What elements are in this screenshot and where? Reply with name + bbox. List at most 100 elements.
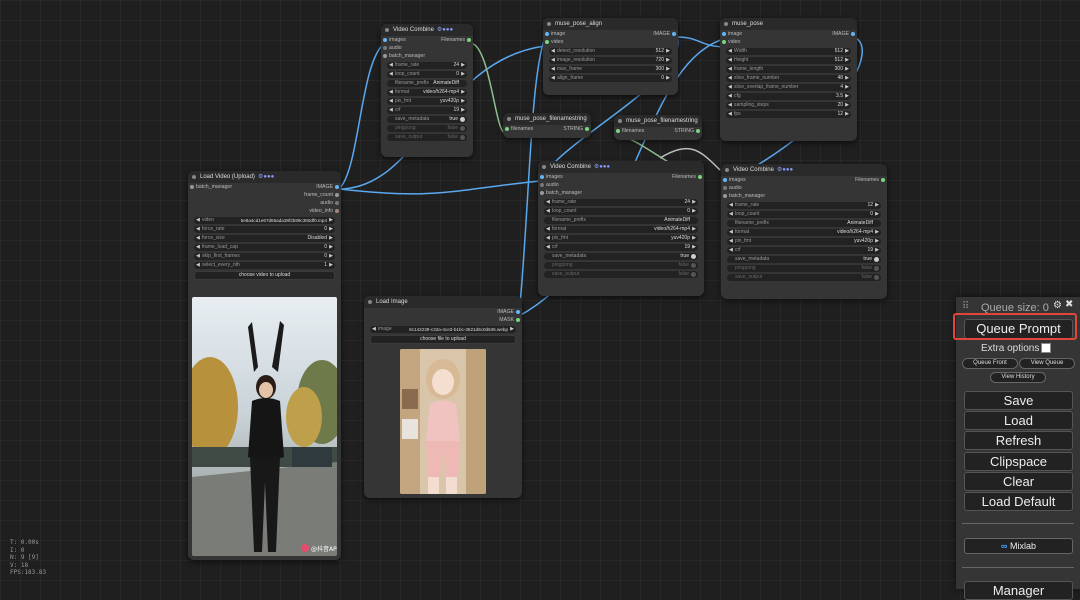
widget-frame-rate[interactable]: ◀ frame_rate 24 ▶ bbox=[544, 199, 698, 206]
widget-slice-overlap[interactable]: ◀ slice_overlap_frame_number 4 ▶ bbox=[726, 84, 851, 91]
panel-divider bbox=[962, 523, 1074, 524]
widget-image[interactable]: ◀ image 8c142239-c32a-4ce3-b1bc-3621d6c0d6… bbox=[370, 326, 516, 333]
widget-width[interactable]: ◀ Width 512 ▶ bbox=[726, 48, 851, 55]
stat-n: N: 9 [9] bbox=[10, 554, 39, 562]
widget-cfg[interactable]: ◀ cfg 3.5 ▶ bbox=[726, 93, 851, 100]
node-filenamestring-2[interactable]: muse_pose_filenamestring filenames STRING bbox=[614, 115, 702, 140]
save-button[interactable]: Save bbox=[964, 391, 1073, 410]
widget-frame-rate[interactable]: ◀ frame_rate 12 ▶ bbox=[727, 202, 881, 209]
mixlab-button[interactable]: ∞ Mixlab bbox=[964, 538, 1073, 554]
load-button[interactable]: Load bbox=[964, 411, 1073, 430]
manager-button[interactable]: Manager bbox=[964, 581, 1073, 600]
stat-time: T: 0.00s bbox=[10, 539, 39, 546]
widget-filename-prefix[interactable]: filename_prefix AnimateDiff bbox=[544, 217, 698, 224]
widget-pix-fmt[interactable]: ◀ pix_fmt yuv420p ▶ bbox=[387, 98, 467, 105]
refresh-button[interactable]: Refresh bbox=[964, 431, 1073, 450]
clear-button[interactable]: Clear bbox=[964, 472, 1073, 491]
queue-front-button[interactable]: Queue Front bbox=[962, 358, 1018, 369]
widget-filename-prefix[interactable]: filename_prefix AnimateDiff bbox=[727, 220, 881, 227]
choose-video-button[interactable]: choose video to upload bbox=[194, 271, 335, 280]
widget-save-metadata[interactable]: save_metadata true bbox=[544, 253, 698, 260]
node-title[interactable]: Load Image bbox=[364, 296, 522, 308]
node-title[interactable]: Video Combine ⚙●●● bbox=[538, 161, 704, 173]
widget-image-resolution[interactable]: ◀ image_resolution 720 ▶ bbox=[549, 57, 672, 64]
node-title[interactable]: muse_pose_filenamestring bbox=[614, 115, 702, 127]
extra-options[interactable]: Extra options bbox=[981, 343, 1052, 354]
link-image-to-vc-top bbox=[338, 42, 386, 190]
widget-frame-rate[interactable]: ◀ frame_rate 24 ▶ bbox=[387, 62, 467, 69]
gear-icon[interactable]: ⚙ bbox=[1053, 300, 1062, 311]
queue-prompt-highlight bbox=[953, 313, 1077, 340]
link-vc-top-fn1 bbox=[469, 42, 506, 134]
video-watermark: @抖音APP bbox=[311, 545, 337, 553]
widget-format[interactable]: ◀ format video/h264-mp4 ▶ bbox=[544, 226, 698, 233]
extra-options-checkbox[interactable] bbox=[1041, 343, 1052, 354]
node-video-combine-mid[interactable]: Video Combine ⚙●●● images Filenames audio … bbox=[538, 161, 704, 296]
stat-v: V: 18 bbox=[10, 561, 29, 569]
node-filenamestring-1[interactable]: muse_pose_filenamestring filenames STRING bbox=[503, 113, 591, 138]
node-load-image[interactable]: Load Image IMAGE MASK ◀ image 8c142239-c32… bbox=[364, 296, 522, 498]
image-preview bbox=[400, 349, 486, 494]
widget-pingpong[interactable]: pingpong false bbox=[544, 262, 698, 269]
widget-fps[interactable]: ◀ fps 12 ▶ bbox=[726, 111, 851, 118]
node-muse-pose[interactable]: muse_pose image IMAGE video ◀ Width 512 ▶ ◀ H… bbox=[720, 18, 857, 141]
clipspace-button[interactable]: Clipspace bbox=[964, 452, 1073, 471]
drag-handle-icon[interactable]: ⠿ bbox=[962, 301, 969, 312]
extra-options-label: Extra options bbox=[981, 343, 1040, 354]
widget-save-output[interactable]: save_output false bbox=[727, 274, 881, 281]
widget-sampling-steps[interactable]: ◀ sampling_steps 20 ▶ bbox=[726, 102, 851, 109]
widget-loop-count[interactable]: ◀ loop_count 0 ▶ bbox=[387, 71, 467, 78]
node-video-combine-right[interactable]: Video Combine ⚙●●● images Filenames audio … bbox=[721, 164, 887, 299]
node-title[interactable]: muse_pose_filenamestring bbox=[503, 113, 591, 125]
widget-save-metadata[interactable]: save_metadata true bbox=[387, 116, 467, 123]
node-load-video[interactable]: Load Video (Upload) ⚙●●● batch_manager IMA… bbox=[188, 171, 341, 560]
widget-detect-resolution[interactable]: ◀ detect_resolution 512 ▶ bbox=[549, 48, 672, 55]
widget-select-every-nth[interactable]: ◀ select_every_nth 1 ▶ bbox=[194, 262, 335, 269]
widget-pix-fmt[interactable]: ◀ pix_fmt yuv420p ▶ bbox=[727, 238, 881, 245]
widget-slice-frame-number[interactable]: ◀ slice_frame_number 48 ▶ bbox=[726, 75, 851, 82]
view-history-button[interactable]: View History bbox=[990, 372, 1046, 383]
widget-filename-prefix[interactable]: filename_prefix AnimateDiff bbox=[387, 80, 467, 87]
widget-crf[interactable]: ◀ crf 19 ▶ bbox=[544, 244, 698, 251]
widget-force-rate[interactable]: ◀ force_rate 0 ▶ bbox=[194, 226, 335, 233]
widget-crf[interactable]: ◀ crf 19 ▶ bbox=[387, 107, 467, 114]
widget-video[interactable]: ◀ video 5e8a4cd1e67d65ada39f2b89c380df0.mp… bbox=[194, 217, 335, 224]
stat-i: I: 0 bbox=[10, 546, 25, 554]
video-preview: @抖音APP bbox=[192, 297, 337, 556]
node-title[interactable]: muse_pose bbox=[720, 18, 857, 30]
widget-save-output[interactable]: save_output false bbox=[544, 271, 698, 278]
widget-pix-fmt[interactable]: ◀ pix_fmt yuv420p ▶ bbox=[544, 235, 698, 242]
close-icon[interactable]: ✖ bbox=[1065, 299, 1073, 310]
node-title[interactable]: muse_pose_align bbox=[543, 18, 678, 30]
node-title[interactable]: Video Combine ⚙●●● bbox=[381, 24, 473, 36]
widget-save-metadata[interactable]: save_metadata true bbox=[727, 256, 881, 263]
widget-format[interactable]: ◀ format video/h264-mp4 ▶ bbox=[387, 89, 467, 96]
widget-save-output[interactable]: save_output false bbox=[387, 134, 467, 141]
node-video-combine-top[interactable]: Video Combine ⚙●●● images Filenames audio … bbox=[381, 24, 473, 157]
widget-skip-first-frames[interactable]: ◀ skip_first_frames 0 ▶ bbox=[194, 253, 335, 260]
node-muse-pose-align[interactable]: muse_pose_align image IMAGE video ◀ detect… bbox=[543, 18, 678, 95]
widget-pingpong[interactable]: pingpong false bbox=[387, 125, 467, 132]
widget-max-frame[interactable]: ◀ max_frame 300 ▶ bbox=[549, 66, 672, 73]
stat-fps: FPS:183.83 bbox=[10, 569, 47, 577]
widget-format[interactable]: ◀ format video/h264-mp4 ▶ bbox=[727, 229, 881, 236]
widget-pingpong[interactable]: pingpong false bbox=[727, 265, 881, 272]
widget-loop-count[interactable]: ◀ loop_count 0 ▶ bbox=[544, 208, 698, 215]
link-image-to-vc-mid bbox=[338, 180, 541, 195]
infinity-icon: ∞ bbox=[1001, 541, 1008, 551]
render-stats: T: 0.00s I: 0 N: 9 [9] V: 18 FPS:183.83 bbox=[10, 539, 46, 577]
view-queue-button[interactable]: View Queue bbox=[1019, 358, 1075, 369]
widget-frame-load-cap[interactable]: ◀ frame_load_cap 0 ▶ bbox=[194, 244, 335, 251]
widget-align-frame[interactable]: ◀ align_frame 0 ▶ bbox=[549, 75, 672, 82]
node-title[interactable]: Load Video (Upload) ⚙●●● bbox=[188, 171, 341, 183]
widget-crf[interactable]: ◀ crf 19 ▶ bbox=[727, 247, 881, 254]
mixlab-label: Mixlab bbox=[1009, 541, 1036, 551]
widget-frame-length[interactable]: ◀ frame_length 300 ▶ bbox=[726, 66, 851, 73]
widget-force-size[interactable]: ◀ force_size Disabled ▶ bbox=[194, 235, 335, 242]
queue-panel: ⠿ Queue size: 0 ⚙ ✖ Queue Prompt Extra o… bbox=[956, 297, 1080, 600]
widget-loop-count[interactable]: ◀ loop_count 0 ▶ bbox=[727, 211, 881, 218]
choose-file-button[interactable]: choose file to upload bbox=[370, 335, 516, 344]
widget-height[interactable]: ◀ Height 512 ▶ bbox=[726, 57, 851, 64]
node-title[interactable]: Video Combine ⚙●●● bbox=[721, 164, 887, 176]
load-default-button[interactable]: Load Default bbox=[964, 492, 1073, 511]
